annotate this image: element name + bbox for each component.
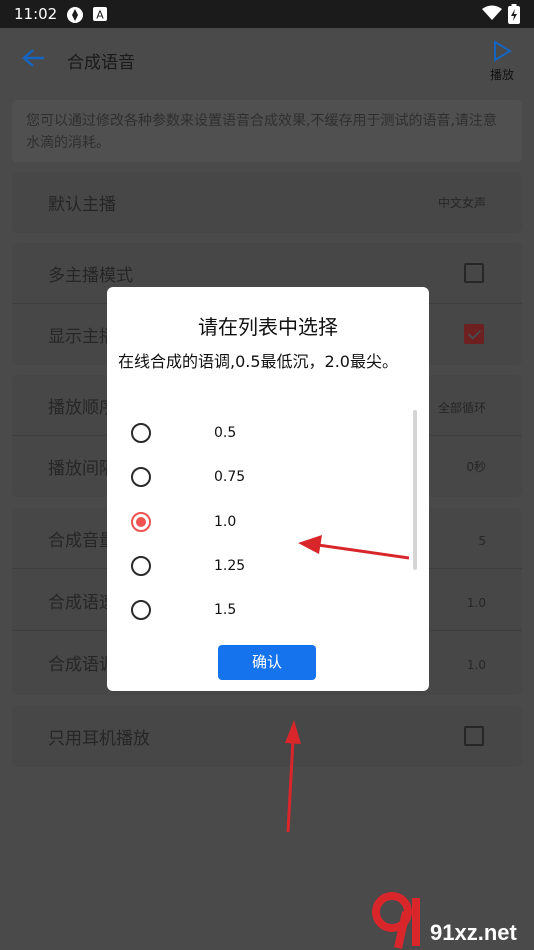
- annotation-arrows: [285, 535, 410, 833]
- watermark-logo-icon: [372, 892, 420, 949]
- watermark-text: 91xz.net: [430, 920, 517, 945]
- annotation-arrow-to-confirm: [285, 720, 301, 833]
- watermark: 91xz.net: [368, 888, 534, 950]
- annotation-arrow-to-option: [298, 535, 410, 560]
